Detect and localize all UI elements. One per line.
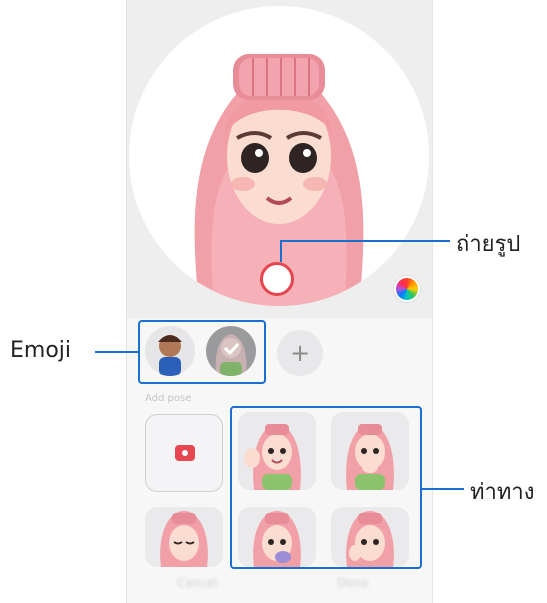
emoji-callout-label: Emoji bbox=[10, 338, 72, 363]
emoji-callout-bracket bbox=[138, 320, 266, 384]
pose-section-title: Add pose bbox=[145, 393, 192, 404]
camera-preview bbox=[127, 0, 432, 318]
capture-button[interactable] bbox=[260, 262, 294, 296]
done-button[interactable]: Done bbox=[337, 576, 369, 590]
record-pose-button[interactable] bbox=[145, 414, 223, 492]
pose-sleepy-icon bbox=[160, 511, 208, 567]
camera-icon bbox=[175, 445, 195, 461]
capture-callout-line bbox=[280, 240, 450, 242]
pose-tile-sleepy[interactable] bbox=[145, 507, 223, 567]
poses-callout-label: ท่าทาง bbox=[470, 480, 535, 505]
add-emoji-button[interactable]: + bbox=[277, 330, 323, 376]
cancel-button[interactable]: Cancel bbox=[177, 576, 218, 590]
bottom-action-bar: Cancel Done bbox=[127, 568, 432, 603]
emoji-callout-line bbox=[95, 351, 138, 353]
color-picker-icon[interactable] bbox=[394, 276, 420, 302]
capture-callout-stem bbox=[280, 240, 282, 262]
capture-callout-label: ถ่ายรูป bbox=[456, 232, 521, 257]
poses-callout-line bbox=[422, 488, 464, 490]
avatar-preview bbox=[194, 54, 364, 306]
preview-circle bbox=[129, 6, 429, 306]
poses-callout-bracket bbox=[230, 406, 422, 569]
